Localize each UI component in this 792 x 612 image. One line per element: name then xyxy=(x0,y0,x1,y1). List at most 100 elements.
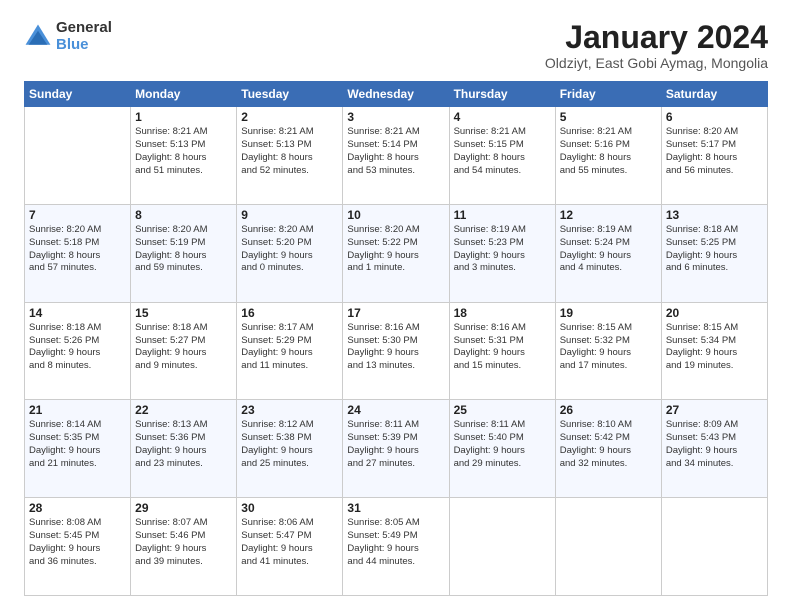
day-number: 5 xyxy=(560,110,657,124)
day-info: Sunrise: 8:19 AM Sunset: 5:23 PM Dayligh… xyxy=(454,224,551,275)
day-number: 23 xyxy=(241,403,338,417)
calendar-cell: 28 Sunrise: 8:08 AM Sunset: 5:45 PM Dayli… xyxy=(25,498,131,596)
weekday-header-sunday: Sunday xyxy=(25,82,131,107)
weekday-header-wednesday: Wednesday xyxy=(343,82,449,107)
day-info: Sunrise: 8:16 AM Sunset: 5:30 PM Dayligh… xyxy=(347,322,444,373)
day-info: Sunrise: 8:20 AM Sunset: 5:20 PM Dayligh… xyxy=(241,224,338,275)
day-info: Sunrise: 8:20 AM Sunset: 5:19 PM Dayligh… xyxy=(135,224,232,275)
day-number: 28 xyxy=(29,501,126,515)
calendar-week-row: 1 Sunrise: 8:21 AM Sunset: 5:13 PM Daylig… xyxy=(25,107,768,205)
calendar-cell: 5Sunrise: 8:21 AM Sunset: 5:16 PM Daylig… xyxy=(555,107,661,205)
day-number: 16 xyxy=(241,306,338,320)
weekday-header-monday: Monday xyxy=(131,82,237,107)
weekday-header-thursday: Thursday xyxy=(449,82,555,107)
calendar-cell: 12 Sunrise: 8:19 AM Sunset: 5:24 PM Dayli… xyxy=(555,204,661,302)
calendar-cell: 4 Sunrise: 8:21 AM Sunset: 5:15 PM Daylig… xyxy=(449,107,555,205)
day-number: 31 xyxy=(347,501,444,515)
day-number: 13 xyxy=(666,208,763,222)
location-subtitle: Oldziyt, East Gobi Aymag, Mongolia xyxy=(545,55,768,71)
day-number: 25 xyxy=(454,403,551,417)
day-info: Sunrise: 8:19 AM Sunset: 5:24 PM Dayligh… xyxy=(560,224,657,275)
calendar-cell: 23 Sunrise: 8:12 AM Sunset: 5:38 PM Dayli… xyxy=(237,400,343,498)
calendar-cell: 31 Sunrise: 8:05 AM Sunset: 5:49 PM Dayli… xyxy=(343,498,449,596)
day-number: 1 xyxy=(135,110,232,124)
day-info: Sunrise: 8:13 AM Sunset: 5:36 PM Dayligh… xyxy=(135,419,232,470)
weekday-header-row: SundayMondayTuesdayWednesdayThursdayFrid… xyxy=(25,82,768,107)
calendar-cell: 16 Sunrise: 8:17 AM Sunset: 5:29 PM Dayli… xyxy=(237,302,343,400)
day-info: Sunrise: 8:07 AM Sunset: 5:46 PM Dayligh… xyxy=(135,517,232,568)
day-info: Sunrise: 8:14 AM Sunset: 5:35 PM Dayligh… xyxy=(29,419,126,470)
day-info: Sunrise: 8:05 AM Sunset: 5:49 PM Dayligh… xyxy=(347,517,444,568)
day-number: 24 xyxy=(347,403,444,417)
day-info: Sunrise: 8:21 AM Sunset: 5:13 PM Dayligh… xyxy=(135,126,232,177)
calendar-cell xyxy=(555,498,661,596)
calendar-cell: 14 Sunrise: 8:18 AM Sunset: 5:26 PM Dayli… xyxy=(25,302,131,400)
day-number: 29 xyxy=(135,501,232,515)
calendar-cell xyxy=(661,498,767,596)
day-number: 27 xyxy=(666,403,763,417)
calendar-cell: 13 Sunrise: 8:18 AM Sunset: 5:25 PM Dayli… xyxy=(661,204,767,302)
day-info: Sunrise: 8:16 AM Sunset: 5:31 PM Dayligh… xyxy=(454,322,551,373)
calendar-table: SundayMondayTuesdayWednesdayThursdayFrid… xyxy=(24,81,768,596)
calendar-cell: 3Sunrise: 8:21 AM Sunset: 5:14 PM Daylig… xyxy=(343,107,449,205)
calendar-cell: 27 Sunrise: 8:09 AM Sunset: 5:43 PM Dayli… xyxy=(661,400,767,498)
day-number: 30 xyxy=(241,501,338,515)
day-info: Sunrise: 8:08 AM Sunset: 5:45 PM Dayligh… xyxy=(29,517,126,568)
day-number: 7 xyxy=(29,208,126,222)
day-number: 26 xyxy=(560,403,657,417)
weekday-header-saturday: Saturday xyxy=(661,82,767,107)
day-info: Sunrise: 8:18 AM Sunset: 5:25 PM Dayligh… xyxy=(666,224,763,275)
day-number: 3 xyxy=(347,110,444,124)
calendar-cell: 18Sunrise: 8:16 AM Sunset: 5:31 PM Dayli… xyxy=(449,302,555,400)
day-number: 21 xyxy=(29,403,126,417)
day-info: Sunrise: 8:17 AM Sunset: 5:29 PM Dayligh… xyxy=(241,322,338,373)
calendar-cell: 11 Sunrise: 8:19 AM Sunset: 5:23 PM Dayli… xyxy=(449,204,555,302)
logo: General Blue xyxy=(24,20,112,53)
weekday-header-tuesday: Tuesday xyxy=(237,82,343,107)
calendar-cell: 9Sunrise: 8:20 AM Sunset: 5:20 PM Daylig… xyxy=(237,204,343,302)
day-number: 17 xyxy=(347,306,444,320)
calendar-cell: 19Sunrise: 8:15 AM Sunset: 5:32 PM Dayli… xyxy=(555,302,661,400)
day-info: Sunrise: 8:11 AM Sunset: 5:40 PM Dayligh… xyxy=(454,419,551,470)
day-info: Sunrise: 8:20 AM Sunset: 5:17 PM Dayligh… xyxy=(666,126,763,177)
calendar-cell: 17 Sunrise: 8:16 AM Sunset: 5:30 PM Dayli… xyxy=(343,302,449,400)
day-info: Sunrise: 8:09 AM Sunset: 5:43 PM Dayligh… xyxy=(666,419,763,470)
day-info: Sunrise: 8:20 AM Sunset: 5:18 PM Dayligh… xyxy=(29,224,126,275)
calendar-cell: 10Sunrise: 8:20 AM Sunset: 5:22 PM Dayli… xyxy=(343,204,449,302)
calendar-cell: 15Sunrise: 8:18 AM Sunset: 5:27 PM Dayli… xyxy=(131,302,237,400)
logo-icon xyxy=(24,23,52,51)
day-info: Sunrise: 8:11 AM Sunset: 5:39 PM Dayligh… xyxy=(347,419,444,470)
day-info: Sunrise: 8:20 AM Sunset: 5:22 PM Dayligh… xyxy=(347,224,444,275)
calendar-cell: 25 Sunrise: 8:11 AM Sunset: 5:40 PM Dayli… xyxy=(449,400,555,498)
calendar-cell: 7 Sunrise: 8:20 AM Sunset: 5:18 PM Daylig… xyxy=(25,204,131,302)
day-number: 2 xyxy=(241,110,338,124)
header: General Blue January 2024 Oldziyt, East … xyxy=(24,20,768,71)
calendar-cell: 29 Sunrise: 8:07 AM Sunset: 5:46 PM Dayli… xyxy=(131,498,237,596)
day-number: 19 xyxy=(560,306,657,320)
logo-general: General xyxy=(56,20,112,37)
calendar-week-row: 28 Sunrise: 8:08 AM Sunset: 5:45 PM Dayli… xyxy=(25,498,768,596)
logo-text: General Blue xyxy=(56,20,112,53)
logo-blue: Blue xyxy=(56,37,112,54)
day-number: 8 xyxy=(135,208,232,222)
calendar-cell: 20Sunrise: 8:15 AM Sunset: 5:34 PM Dayli… xyxy=(661,302,767,400)
day-info: Sunrise: 8:12 AM Sunset: 5:38 PM Dayligh… xyxy=(241,419,338,470)
calendar-week-row: 7 Sunrise: 8:20 AM Sunset: 5:18 PM Daylig… xyxy=(25,204,768,302)
day-number: 11 xyxy=(454,208,551,222)
day-info: Sunrise: 8:21 AM Sunset: 5:15 PM Dayligh… xyxy=(454,126,551,177)
calendar-cell: 8 Sunrise: 8:20 AM Sunset: 5:19 PM Daylig… xyxy=(131,204,237,302)
day-info: Sunrise: 8:21 AM Sunset: 5:13 PM Dayligh… xyxy=(241,126,338,177)
calendar-cell xyxy=(25,107,131,205)
weekday-header-friday: Friday xyxy=(555,82,661,107)
day-info: Sunrise: 8:06 AM Sunset: 5:47 PM Dayligh… xyxy=(241,517,338,568)
calendar-cell: 30 Sunrise: 8:06 AM Sunset: 5:47 PM Dayli… xyxy=(237,498,343,596)
day-number: 6 xyxy=(666,110,763,124)
day-number: 12 xyxy=(560,208,657,222)
month-title: January 2024 xyxy=(545,20,768,55)
calendar-cell: 26Sunrise: 8:10 AM Sunset: 5:42 PM Dayli… xyxy=(555,400,661,498)
calendar-week-row: 14 Sunrise: 8:18 AM Sunset: 5:26 PM Dayli… xyxy=(25,302,768,400)
day-info: Sunrise: 8:18 AM Sunset: 5:26 PM Dayligh… xyxy=(29,322,126,373)
calendar-cell xyxy=(449,498,555,596)
day-number: 4 xyxy=(454,110,551,124)
day-number: 14 xyxy=(29,306,126,320)
